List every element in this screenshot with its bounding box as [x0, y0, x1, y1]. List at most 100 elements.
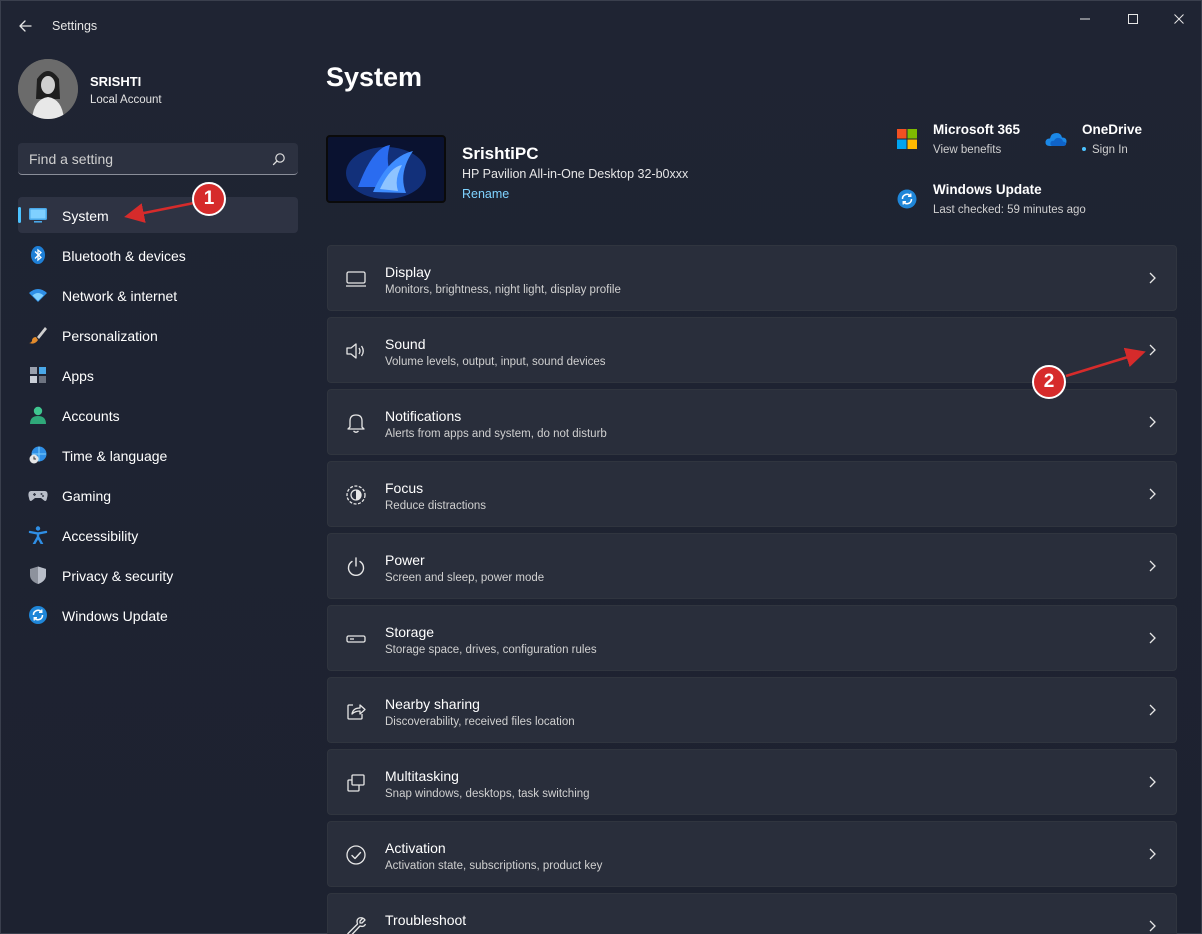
sidebar-item-label: Bluetooth & devices: [62, 248, 186, 264]
card-sub: Volume levels, output, input, sound devi…: [385, 356, 606, 368]
speaker-icon: [346, 343, 364, 359]
storage-icon: [346, 635, 366, 643]
update-icon: [29, 606, 47, 624]
sidebar-item-label: Windows Update: [62, 608, 168, 624]
microsoft-365-icon[interactable]: [897, 129, 917, 149]
search-box: [18, 143, 298, 175]
page-title: System: [326, 62, 423, 92]
sidebar-item-accounts[interactable]: Accounts: [18, 397, 298, 433]
sidebar-item-gaming[interactable]: Gaming: [18, 477, 298, 513]
sidebar-item-label: Apps: [62, 368, 94, 384]
apps-icon: [30, 367, 46, 383]
globe-clock-icon: [29, 446, 47, 464]
sidebar-item-label: System: [62, 208, 109, 224]
chevron-right-icon: [1149, 776, 1156, 788]
chevron-right-icon: [1149, 272, 1156, 284]
profile-photo-icon: [18, 59, 78, 119]
sidebar-item-label: Gaming: [62, 488, 112, 504]
card-title: Notifications: [385, 408, 462, 424]
card-sub: Discoverability, received files location: [385, 716, 575, 728]
brush-icon: [29, 327, 47, 344]
bluetooth-icon: [31, 246, 45, 264]
card-title: Display: [385, 264, 431, 280]
chevron-right-icon: [1149, 704, 1156, 716]
windows-update-icon[interactable]: [897, 189, 917, 209]
minimize-icon: [1080, 18, 1090, 20]
person-icon: [30, 406, 46, 424]
sidebar-item-accessibility[interactable]: Accessibility: [18, 517, 298, 553]
onedrive-title[interactable]: OneDrive: [1082, 122, 1142, 137]
settings-cards: Display Monitors, brightness, night ligh…: [327, 245, 1177, 934]
card-title: Nearby sharing: [385, 696, 480, 712]
onedrive-icon[interactable]: [1045, 131, 1067, 147]
chevron-right-icon: [1149, 488, 1156, 500]
check-circle-icon: [346, 845, 366, 865]
avatar[interactable]: [18, 59, 78, 119]
sidebar-item-label: Accounts: [62, 408, 120, 424]
settings-window: Settings SRISHTI Local Account Find a se…: [0, 0, 1202, 934]
sidebar-item-windows-update[interactable]: Windows Update: [18, 597, 298, 633]
card-title: Storage: [385, 624, 435, 640]
device-thumbnail: [326, 135, 446, 203]
card-display[interactable]: Display Monitors, brightness, night ligh…: [327, 245, 1177, 311]
search-input[interactable]: [18, 143, 258, 174]
sidebar-item-label: Time & language: [62, 448, 168, 464]
card-title: Power: [385, 552, 425, 568]
wifi-icon: [29, 289, 47, 302]
microsoft-365-sub[interactable]: View benefits: [933, 144, 1001, 156]
card-sub: Snap windows, desktops, task switching: [385, 788, 590, 800]
card-sub: Alerts from apps and system, do not dist…: [385, 428, 607, 440]
card-sub: Monitors, brightness, night light, displ…: [385, 284, 621, 296]
card-activation[interactable]: Activation Activation state, subscriptio…: [327, 821, 1177, 887]
sidebar-item-network[interactable]: Network & internet: [18, 277, 298, 313]
card-title: Multitasking: [385, 768, 459, 784]
windows-update-sub[interactable]: Last checked: 59 minutes ago: [933, 204, 1086, 216]
windows-update-title[interactable]: Windows Update: [933, 182, 1042, 197]
card-power[interactable]: Power Screen and sleep, power mode: [327, 533, 1177, 599]
sidebar-item-label: Network & internet: [62, 288, 178, 304]
monitor-icon: [29, 208, 47, 223]
microsoft-365-title[interactable]: Microsoft 365: [933, 122, 1020, 137]
sidebar-item-privacy-security[interactable]: Privacy & security: [18, 557, 298, 593]
card-focus[interactable]: Focus Reduce distractions: [327, 461, 1177, 527]
card-title: Activation: [385, 840, 446, 856]
device-name: SrishtiPC: [462, 144, 539, 163]
card-storage[interactable]: Storage Storage space, drives, configura…: [327, 605, 1177, 671]
device-model: HP Pavilion All-in-One Desktop 32-b0xxx: [462, 167, 689, 181]
card-sub: Reduce distractions: [385, 500, 486, 512]
rename-link[interactable]: Rename: [462, 187, 509, 201]
chevron-right-icon: [1149, 560, 1156, 572]
shield-icon: [30, 566, 46, 584]
onedrive-sign-in[interactable]: Sign In: [1092, 144, 1128, 156]
sidebar-item-bluetooth[interactable]: Bluetooth & devices: [18, 237, 298, 273]
card-multitasking[interactable]: Multitasking Snap windows, desktops, tas…: [327, 749, 1177, 815]
power-icon: [347, 557, 365, 576]
back-button[interactable]: [15, 15, 37, 37]
minimize-button[interactable]: [1065, 9, 1105, 29]
sidebar-item-system[interactable]: System: [18, 197, 298, 233]
card-troubleshoot[interactable]: Troubleshoot: [327, 893, 1177, 934]
maximize-button[interactable]: [1113, 9, 1153, 29]
bell-icon: [347, 414, 365, 433]
card-nearby-sharing[interactable]: Nearby sharing Discoverability, received…: [327, 677, 1177, 743]
sidebar-nav: System Bluetooth & devices Network & int…: [18, 197, 298, 637]
card-title: Sound: [385, 336, 426, 352]
sidebar-item-label: Personalization: [62, 328, 158, 344]
sidebar-item-personalization[interactable]: Personalization: [18, 317, 298, 353]
app-title: Settings: [52, 19, 98, 33]
sidebar-item-time-language[interactable]: Time & language: [18, 437, 298, 473]
display-icon: [346, 271, 366, 287]
profile-name: SRISHTI: [90, 74, 142, 89]
arrow-left-icon: [19, 20, 32, 32]
card-title: Focus: [385, 480, 424, 496]
close-button[interactable]: [1159, 9, 1199, 29]
profile-account-type: Local Account: [90, 94, 162, 106]
windows-bloom-wallpaper-icon: [328, 137, 444, 201]
chevron-right-icon: [1149, 344, 1156, 356]
chevron-right-icon: [1149, 416, 1156, 428]
annotation-badge-1: 1: [192, 182, 226, 216]
sidebar-item-apps[interactable]: Apps: [18, 357, 298, 393]
focus-icon: [346, 485, 366, 505]
sidebar-item-label: Privacy & security: [62, 568, 174, 584]
search-icon[interactable]: [272, 152, 286, 166]
